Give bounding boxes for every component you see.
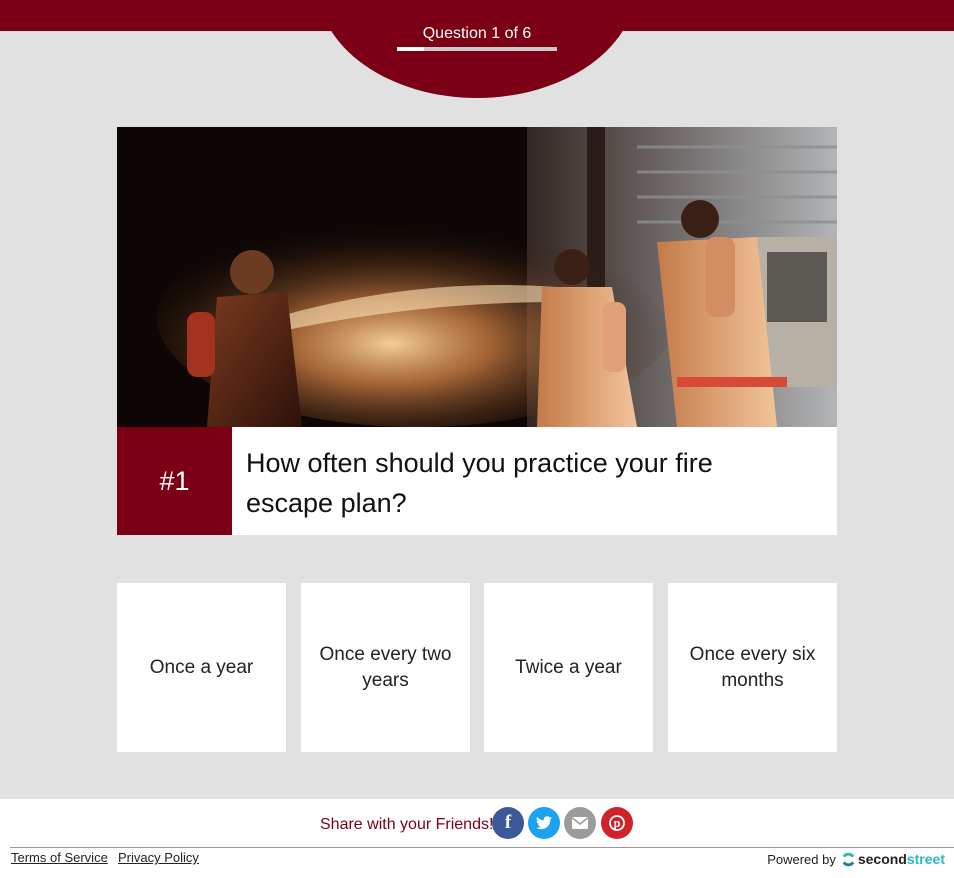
secondstreet-logo-icon: [842, 852, 855, 866]
pinterest-share-button[interactable]: p: [601, 807, 633, 839]
powered-by: Powered by secondstreet: [767, 851, 945, 867]
question-image: [117, 127, 837, 427]
answer-label: Twice a year: [515, 656, 622, 678]
terms-of-service-link[interactable]: Terms of Service: [11, 850, 108, 865]
progress-label: Question 1 of 6: [422, 25, 532, 42]
question-text: How often should you practice your fire …: [246, 448, 713, 518]
answer-option-4[interactable]: Once every six months: [668, 583, 837, 752]
answer-option-1[interactable]: Once a year: [117, 583, 286, 752]
answer-label: Once every six months: [689, 643, 816, 691]
answer-option-2[interactable]: Once every two years: [301, 583, 470, 752]
twitter-share-button[interactable]: [528, 807, 560, 839]
email-share-button[interactable]: [564, 807, 596, 839]
progress-bar: [397, 47, 557, 51]
question-number: #1: [117, 427, 232, 535]
facebook-share-button[interactable]: f: [492, 807, 524, 839]
powered-by-label: Powered by: [767, 851, 836, 867]
progress-bar-fill: [397, 47, 424, 51]
question-text-box: How often should you practice your fire …: [232, 427, 837, 535]
answer-label: Once a year: [149, 656, 254, 678]
email-icon: [572, 817, 588, 829]
answer-option-3[interactable]: Twice a year: [484, 583, 653, 752]
facebook-icon: f: [504, 812, 512, 833]
twitter-icon: [536, 816, 552, 830]
svg-text:p: p: [614, 818, 621, 830]
footer: Share with your Friends! f p Terms of Se…: [0, 799, 954, 878]
brand-name: secondstreet: [857, 851, 945, 867]
share-label: Share with your Friends!: [320, 816, 494, 833]
footer-divider: [10, 847, 954, 848]
pinterest-icon: p: [609, 815, 625, 831]
answer-label: Once every two years: [319, 643, 452, 691]
firefighters-photo: [117, 127, 837, 427]
privacy-policy-link[interactable]: Privacy Policy: [118, 850, 199, 865]
